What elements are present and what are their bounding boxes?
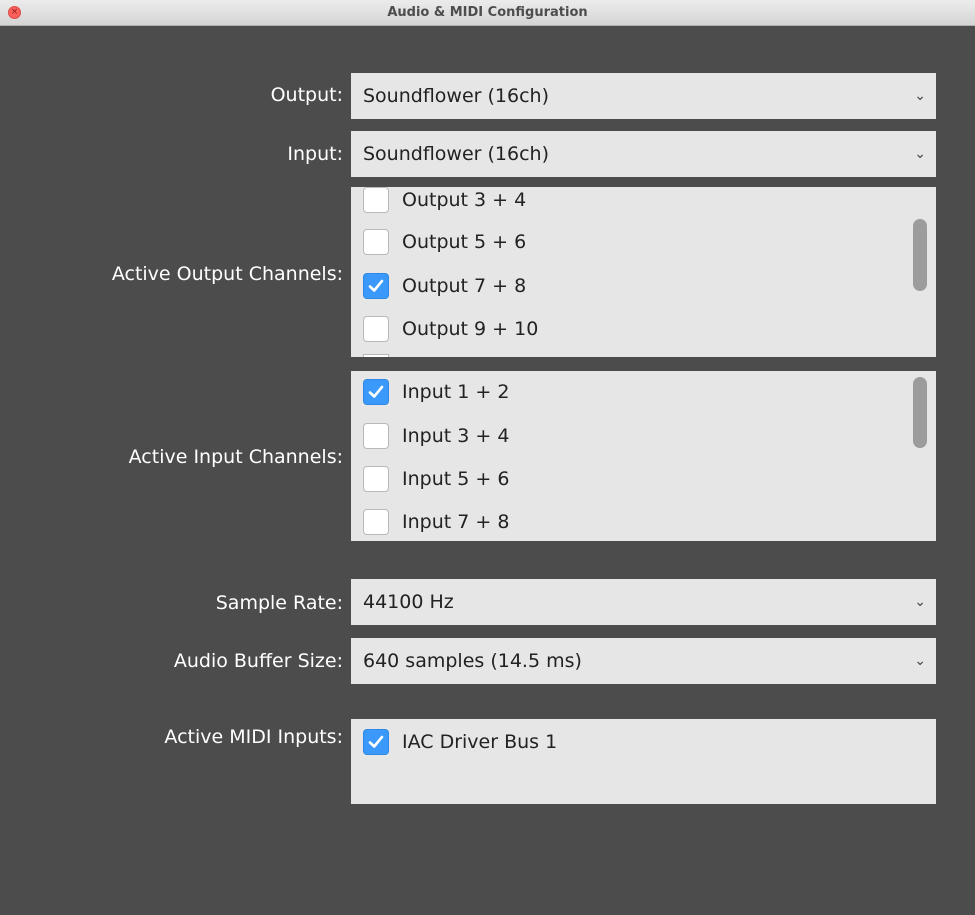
input-channel-item[interactable]: Input 5 + 6: [363, 464, 509, 494]
output-label: Output:: [270, 84, 343, 106]
buffer-size-label: Audio Buffer Size:: [173, 650, 343, 672]
output-channel-label: Output 3 + 4: [402, 189, 527, 211]
input-value: Soundflower (16ch): [363, 143, 549, 165]
active-input-channels-label: Active Input Channels:: [128, 446, 343, 468]
output-channel-label: Output 9 + 10: [402, 318, 539, 340]
input-channel-label: Input 3 + 4: [402, 425, 510, 447]
input-select[interactable]: Soundflower (16ch) ⌄: [351, 131, 936, 177]
output-channel-item[interactable]: Output 9 + 10: [363, 314, 538, 344]
output-value: Soundflower (16ch): [363, 85, 549, 107]
checkmark-icon: [368, 735, 384, 748]
partial-checkbox: [363, 354, 389, 357]
checkbox[interactable]: [363, 316, 389, 342]
active-output-channels-list[interactable]: Output 3 + 4 Output 5 + 6 Output 7 + 8 O…: [351, 187, 936, 357]
chevron-down-icon: ⌄: [914, 88, 926, 104]
checkbox[interactable]: [363, 187, 389, 213]
checkbox[interactable]: [363, 466, 389, 492]
midi-input-label: IAC Driver Bus 1: [402, 731, 558, 753]
window-title: Audio & MIDI Configuration: [387, 5, 588, 20]
scrollbar-thumb[interactable]: [913, 219, 927, 291]
input-channel-item[interactable]: Input 1 + 2: [363, 377, 509, 407]
input-channel-label: Input 1 + 2: [402, 381, 510, 403]
midi-input-item[interactable]: IAC Driver Bus 1: [363, 727, 557, 757]
sample-rate-label: Sample Rate:: [215, 592, 343, 614]
chevron-down-icon: ⌄: [914, 594, 926, 610]
input-channel-item[interactable]: Input 7 + 8: [363, 507, 509, 537]
checkmark-icon: [368, 279, 384, 292]
checkmark-icon: [368, 385, 384, 398]
output-select[interactable]: Soundflower (16ch) ⌄: [351, 73, 936, 119]
scrollbar-thumb[interactable]: [913, 377, 927, 448]
output-channel-label: Output 7 + 8: [402, 275, 527, 297]
title-bar: × Audio & MIDI Configuration: [0, 0, 975, 26]
chevron-down-icon: ⌄: [914, 146, 926, 162]
input-channel-label: Input 5 + 6: [402, 468, 510, 490]
output-channel-label: Output 5 + 6: [402, 231, 527, 253]
output-channel-item[interactable]: Output 7 + 8: [363, 271, 526, 301]
active-midi-inputs-list[interactable]: IAC Driver Bus 1: [351, 719, 936, 804]
checkbox-checked[interactable]: [363, 729, 389, 755]
checkbox[interactable]: [363, 509, 389, 535]
active-input-channels-list[interactable]: Input 1 + 2 Input 3 + 4 Input 5 + 6 Inpu…: [351, 371, 936, 541]
checkbox[interactable]: [363, 229, 389, 255]
buffer-size-value: 640 samples (14.5 ms): [363, 650, 582, 672]
active-midi-inputs-label: Active MIDI Inputs:: [164, 726, 343, 748]
checkbox[interactable]: [363, 423, 389, 449]
active-output-channels-label: Active Output Channels:: [111, 263, 343, 285]
input-channel-item[interactable]: Input 3 + 4: [363, 421, 509, 451]
buffer-size-select[interactable]: 640 samples (14.5 ms) ⌄: [351, 638, 936, 684]
chevron-down-icon: ⌄: [914, 653, 926, 669]
input-label: Input:: [287, 143, 343, 165]
checkbox-checked[interactable]: [363, 379, 389, 405]
input-channel-label: Input 7 + 8: [402, 511, 510, 533]
sample-rate-value: 44100 Hz: [363, 591, 454, 613]
sample-rate-select[interactable]: 44100 Hz ⌄: [351, 579, 936, 625]
output-channel-item[interactable]: Output 5 + 6: [363, 227, 526, 257]
output-channel-item[interactable]: Output 3 + 4: [363, 187, 526, 215]
checkbox-checked[interactable]: [363, 273, 389, 299]
